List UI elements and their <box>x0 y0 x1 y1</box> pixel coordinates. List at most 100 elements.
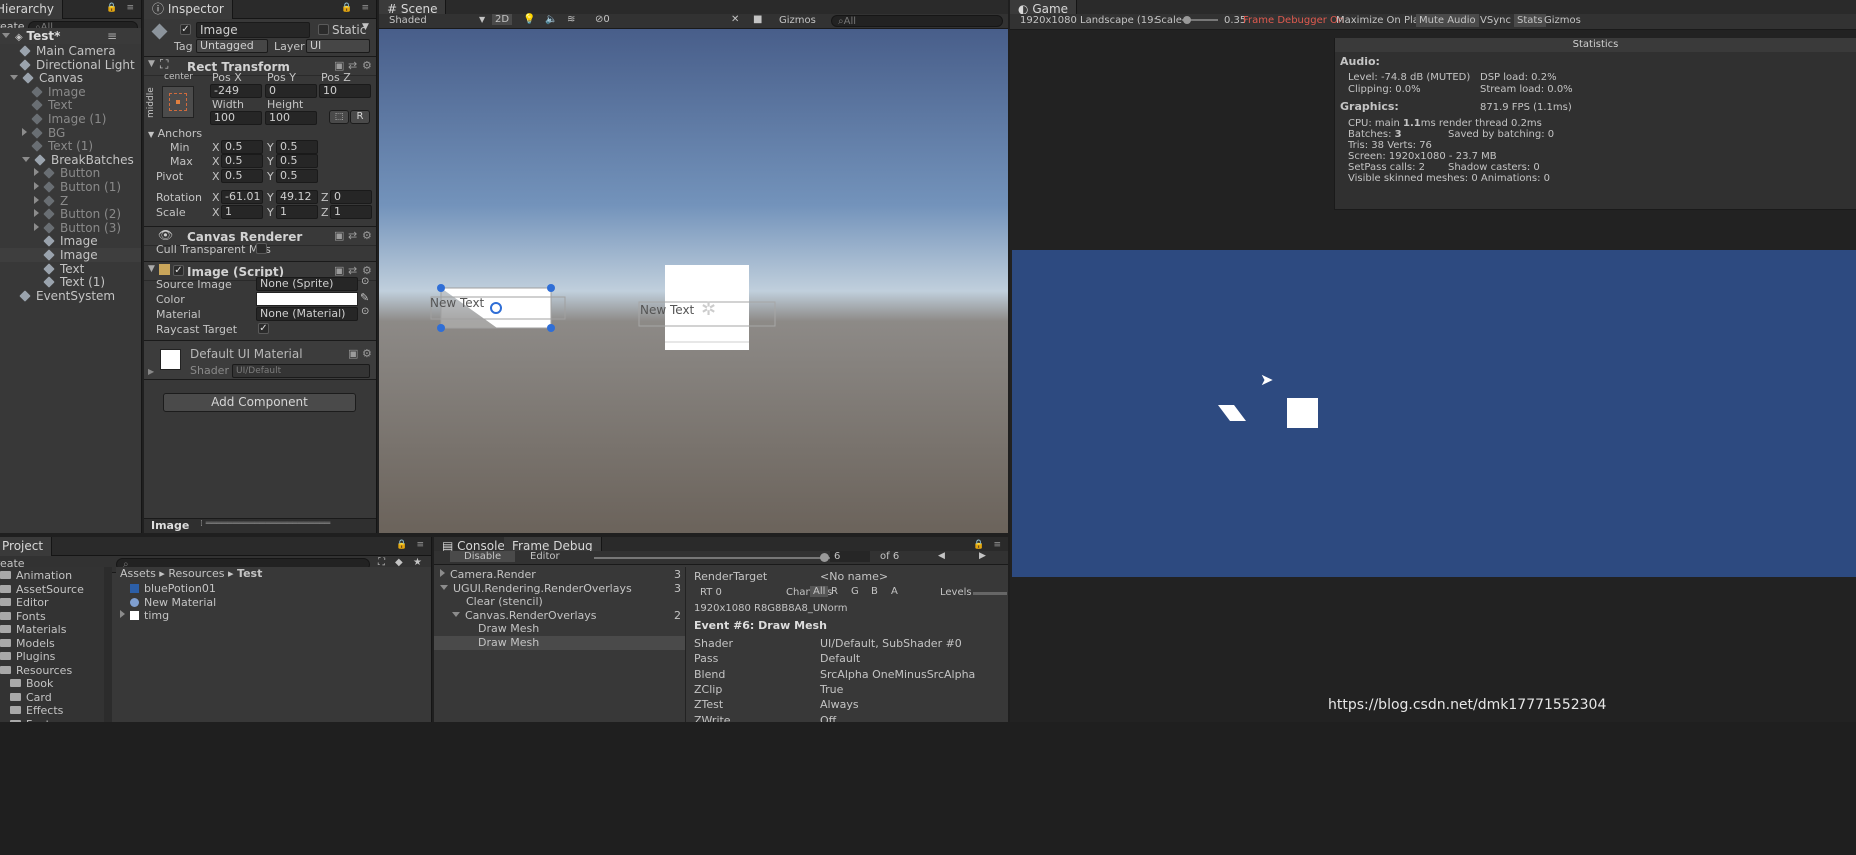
collapse-arrow-icon[interactable] <box>34 182 39 190</box>
hierarchy-item[interactable]: Text (1) <box>0 275 141 289</box>
anchor-min-y-field[interactable]: 0.5 <box>276 140 318 154</box>
hierarchy-item[interactable]: Image <box>0 234 141 248</box>
scale-slider-thumb[interactable] <box>1183 16 1191 24</box>
folder-item[interactable]: Models <box>0 637 109 651</box>
vsync-toggle[interactable]: VSync <box>1480 15 1511 26</box>
rt-dropdown[interactable]: RT 0 <box>700 587 722 598</box>
project-scrollbar[interactable] <box>104 567 112 722</box>
panel-menu-icon[interactable]: 🔒 ≡ <box>106 3 137 13</box>
hidden-objects-icon[interactable]: ⊘0 <box>595 14 610 25</box>
scene-menu-icon[interactable]: ≡ <box>107 28 117 44</box>
folder-item[interactable]: AssetSource <box>0 583 109 597</box>
event-number-field[interactable]: 6 <box>830 551 870 562</box>
image-enabled-checkbox[interactable]: ✓ <box>173 265 184 276</box>
hierarchy-item[interactable]: Button (3) <box>0 221 141 235</box>
expand-arrow-icon[interactable] <box>22 156 30 162</box>
channel-toggle[interactable]: R <box>828 586 841 597</box>
foldout-arrow-icon[interactable]: ▼ <box>148 264 155 274</box>
hierarchy-item[interactable]: Text (1) <box>0 139 141 153</box>
hierarchy-item[interactable]: EventSystem <box>0 289 141 303</box>
foldout-arrow-icon[interactable]: ▼ <box>148 59 155 69</box>
shader-dropdown[interactable]: UI/Default <box>232 364 370 378</box>
object-name-field[interactable]: Image <box>196 22 310 38</box>
maximize-on-play-toggle[interactable]: Maximize On Play <box>1336 15 1425 26</box>
chevron-down-icon[interactable]: ▼ <box>362 22 369 32</box>
folder-item[interactable]: Resources <box>0 664 109 678</box>
layer-dropdown[interactable]: UI <box>306 39 370 53</box>
channel-toggle[interactable]: B <box>868 586 881 597</box>
collapse-arrow-icon[interactable] <box>34 168 39 177</box>
anchor-max-y-field[interactable]: 0.5 <box>276 154 318 168</box>
active-checkbox[interactable]: ✓ <box>180 24 191 35</box>
event-slider-thumb[interactable] <box>820 553 829 562</box>
panel-menu-icon[interactable]: 🔒 ≡ <box>341 3 372 13</box>
hierarchy-item[interactable]: Button <box>0 166 141 180</box>
hierarchy-item[interactable]: Main Camera <box>0 44 141 58</box>
collapse-arrow-icon[interactable] <box>34 209 39 218</box>
folder-item[interactable]: Card <box>0 691 109 705</box>
frame-event-row[interactable]: Camera.Render 3 <box>434 568 685 582</box>
frame-event-row[interactable]: Clear (stencil) <box>434 595 685 609</box>
folder-item[interactable]: Animation <box>0 569 109 583</box>
stats-toggle[interactable]: Stats <box>1514 14 1546 27</box>
height-field[interactable]: 100 <box>265 111 317 125</box>
hierarchy-item[interactable]: Canvas <box>0 71 141 85</box>
raw-edit-button[interactable]: R <box>350 110 370 124</box>
preview-drag-handle[interactable]: ⁞ ═══════════════════════ <box>200 519 330 529</box>
collapse-arrow-icon[interactable] <box>34 195 39 204</box>
pivot-x-field[interactable]: 0.5 <box>221 169 263 183</box>
cull-transparent-checkbox[interactable] <box>256 243 267 254</box>
collapse-arrow-icon[interactable] <box>34 222 39 231</box>
frame-event-row[interactable]: UGUI.Rendering.RenderOverlays 3 <box>434 582 685 596</box>
posx-field[interactable]: -249 <box>210 84 262 98</box>
preset-icon[interactable]: ⇄ <box>348 264 357 277</box>
hierarchy-item[interactable]: Text <box>0 98 141 112</box>
folder-item[interactable]: Editor <box>0 596 109 610</box>
help-icon[interactable]: ▣ <box>348 347 358 360</box>
expand-arrow-icon[interactable] <box>10 75 18 81</box>
hierarchy-item[interactable]: Button (1) <box>0 180 141 194</box>
mode-2d-toggle[interactable]: 2D <box>492 14 513 25</box>
hierarchy-item[interactable]: Image <box>0 85 141 99</box>
prev-event-button[interactable]: ◀ <box>938 551 945 561</box>
color-swatch[interactable] <box>256 292 358 306</box>
scale-y-field[interactable]: 1 <box>276 205 318 219</box>
scale-x-field[interactable]: 1 <box>221 205 263 219</box>
scene-search-input[interactable]: ⌕All <box>831 15 1003 27</box>
folder-item[interactable]: Fonts <box>0 610 109 624</box>
camera-icon[interactable]: ■ <box>753 14 762 25</box>
foldout-arrow-icon[interactable]: ▶ <box>148 367 154 376</box>
hierarchy-item[interactable]: Z <box>0 194 141 208</box>
width-field[interactable]: 100 <box>210 111 262 125</box>
help-icon[interactable]: ▣ <box>334 264 344 277</box>
material-field[interactable]: None (Material) <box>256 307 358 321</box>
hierarchy-item[interactable]: Directional Light <box>0 58 141 72</box>
scene-root-row[interactable]: ◈ Test* ≡ <box>0 28 141 44</box>
game-view[interactable]: ➤ <box>1012 250 1856 577</box>
chevron-down-icon[interactable]: ▼ <box>479 15 485 24</box>
pivot-y-field[interactable]: 0.5 <box>276 169 318 183</box>
frame-event-row[interactable]: Draw Mesh <box>434 622 685 636</box>
posy-field[interactable]: 0 <box>265 84 317 98</box>
expand-arrow-icon[interactable] <box>2 33 10 38</box>
shading-dropdown[interactable]: Shaded <box>389 15 427 26</box>
preset-icon[interactable]: ⇄ <box>348 229 357 242</box>
blueprint-mode-button[interactable]: ⬚ <box>329 110 349 124</box>
asset-item[interactable]: timg <box>116 609 431 623</box>
folder-item[interactable]: Effects <box>0 704 109 718</box>
expand-arrow-icon[interactable] <box>440 584 448 590</box>
expand-arrow-icon[interactable] <box>120 610 125 618</box>
source-image-field[interactable]: None (Sprite) <box>256 277 358 291</box>
gear-icon[interactable]: ⚙ <box>362 229 372 242</box>
disable-button[interactable]: Disable <box>450 551 516 562</box>
frame-event-row[interactable]: Draw Mesh <box>434 635 685 650</box>
anchor-min-x-field[interactable]: 0.5 <box>221 140 263 154</box>
scene-viewport[interactable]: ✲ New Text New Text <box>379 29 1008 533</box>
posz-field[interactable]: 10 <box>319 84 371 98</box>
panel-menu-icon[interactable]: 🔒 ≡ <box>973 540 1004 550</box>
hierarchy-item[interactable]: BG <box>0 126 141 140</box>
frame-event-row[interactable]: Canvas.RenderOverlays 2 <box>434 609 685 623</box>
folder-item[interactable]: Book <box>0 677 109 691</box>
help-icon[interactable]: ▣ <box>334 229 344 242</box>
collapse-arrow-icon[interactable] <box>22 127 27 136</box>
